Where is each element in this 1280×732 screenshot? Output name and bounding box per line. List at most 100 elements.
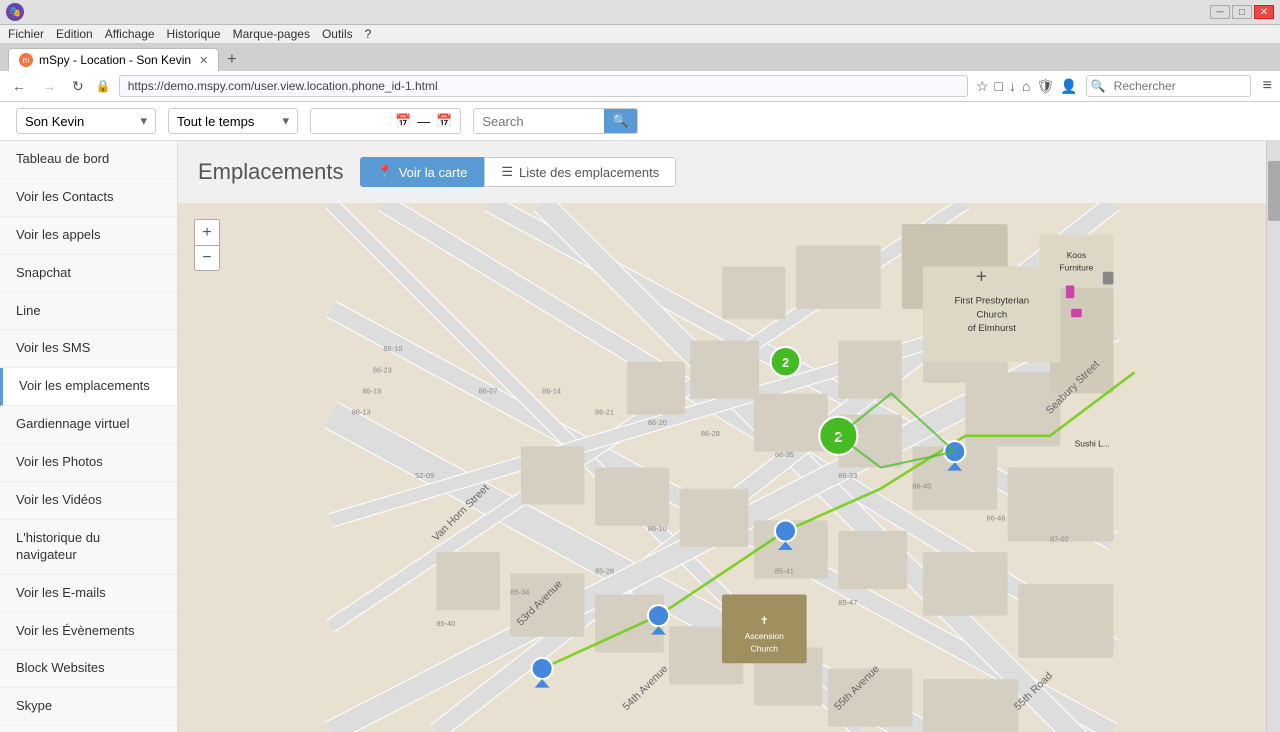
sidebar-label: Voir les SMS — [16, 340, 90, 355]
refresh-button[interactable]: ↻ — [68, 76, 88, 97]
menu-outils[interactable]: Outils — [322, 27, 353, 41]
sidebar-item-voir-evenements[interactable]: Voir les Évènements — [0, 613, 177, 651]
svg-text:86-07: 86-07 — [479, 386, 498, 395]
zoom-controls: + − — [194, 219, 220, 271]
zoom-in-button[interactable]: + — [194, 219, 220, 245]
map-pin-icon: 📍 — [377, 164, 393, 180]
svg-text:85-34: 85-34 — [510, 587, 529, 596]
svg-text:Ascension: Ascension — [745, 631, 784, 641]
svg-text:86-23: 86-23 — [373, 365, 392, 374]
new-tab-button[interactable]: + — [221, 49, 242, 71]
sidebar-item-voir-appels[interactable]: Voir les appels — [0, 217, 177, 255]
browser-window: 🎭 ─ □ ✕ Fichier Edition Affichage Histor… — [0, 0, 1280, 102]
sidebar-label: Line — [16, 303, 41, 318]
sidebar-item-gardiennage-virtuel[interactable]: Gardiennage virtuel — [0, 406, 177, 444]
svg-text:86-35: 86-35 — [775, 450, 794, 459]
sidebar-item-voir-emails[interactable]: Voir les E-mails — [0, 575, 177, 613]
window-controls: 🎭 ─ □ ✕ — [0, 0, 1280, 25]
person-name: Son Kevin — [25, 114, 84, 129]
close-btn[interactable]: ✕ — [1254, 5, 1274, 19]
sidebar-item-voir-sms[interactable]: Voir les SMS — [0, 330, 177, 368]
app-search-input[interactable] — [474, 110, 604, 133]
list-icon: ☰ — [501, 164, 513, 180]
sidebar-item-skype[interactable]: Skype — [0, 688, 177, 726]
date-start-input[interactable] — [319, 114, 389, 129]
view-buttons: 📍 Voir la carte ☰ Liste des emplacements — [360, 157, 677, 187]
menu-affichage[interactable]: Affichage — [105, 27, 155, 41]
home-icon[interactable]: ⌂ — [1022, 78, 1030, 94]
tab-close-icon[interactable]: ✕ — [199, 54, 208, 67]
scrollbar[interactable] — [1266, 141, 1280, 732]
sidebar-item-block-websites[interactable]: Block Websites — [0, 650, 177, 688]
sidebar-item-voir-videos[interactable]: Voir les Vidéos — [0, 482, 177, 520]
menu-help[interactable]: ? — [365, 27, 372, 41]
svg-text:✝: ✝ — [760, 615, 769, 627]
sidebar-label: Snapchat — [16, 265, 71, 280]
svg-text:Church: Church — [751, 644, 779, 654]
svg-text:86-10: 86-10 — [648, 524, 667, 533]
app-top-bar: Son Kevin ▾ Tout le temps ▾ 📅 — 📅 🔍 — [0, 102, 1280, 141]
svg-text:+: + — [976, 266, 987, 287]
search-input[interactable] — [1110, 76, 1250, 96]
search-box[interactable]: 🔍 — [1086, 75, 1251, 97]
scroll-thumb[interactable] — [1268, 161, 1280, 221]
menu-bar: Fichier Edition Affichage Historique Mar… — [0, 25, 1280, 44]
date-range-picker[interactable]: 📅 — 📅 — [310, 108, 461, 134]
app-search-button[interactable]: 🔍 — [604, 109, 637, 133]
menu-historique[interactable]: Historique — [167, 27, 221, 41]
svg-text:Church: Church — [976, 309, 1007, 320]
screenshot-icon[interactable]: □ — [995, 78, 1003, 94]
sidebar-label: L'historique du navigateur — [16, 530, 100, 562]
menu-marque-pages[interactable]: Marque-pages — [233, 27, 310, 41]
view-map-label: Voir la carte — [399, 165, 468, 180]
minimize-btn[interactable]: ─ — [1210, 5, 1230, 19]
bookmark-icon[interactable]: ☆ — [976, 78, 989, 95]
calendar-end-icon[interactable]: 📅 — [436, 113, 452, 129]
svg-text:85-41: 85-41 — [775, 566, 794, 575]
dropdown-arrow-icon: ▾ — [140, 113, 147, 129]
sidebar-label: Voir les appels — [16, 227, 101, 242]
person-selector[interactable]: Son Kevin ▾ — [16, 108, 156, 134]
tab-title: mSpy - Location - Son Kevin — [39, 53, 191, 67]
content-header: Emplacements 📍 Voir la carte ☰ Liste des… — [178, 141, 1266, 203]
calendar-start-icon[interactable]: 📅 — [395, 113, 411, 129]
time-range-selector[interactable]: Tout le temps ▾ — [168, 108, 298, 134]
mask-icon: 🎭 — [6, 3, 24, 21]
svg-text:86-20: 86-20 — [648, 418, 667, 427]
back-button[interactable]: ← — [8, 76, 30, 96]
map-svg: ✝ Ascension Church First Presbyterian Ch… — [178, 203, 1266, 732]
sidebar-item-tableau-de-bord[interactable]: Tableau de bord — [0, 141, 177, 179]
sidebar-item-snapchat[interactable]: Snapchat — [0, 255, 177, 293]
zoom-out-button[interactable]: − — [194, 245, 220, 271]
sidebar-label: Voir les Photos — [16, 454, 103, 469]
sidebar-item-voir-emplacements[interactable]: Voir les emplacements — [0, 368, 177, 406]
maximize-btn[interactable]: □ — [1232, 5, 1252, 19]
sidebar-item-line[interactable]: Line — [0, 293, 177, 331]
sidebar-label: Block Websites — [16, 660, 105, 675]
active-tab[interactable]: m mSpy - Location - Son Kevin ✕ — [8, 48, 219, 71]
url-input[interactable] — [119, 75, 968, 97]
hamburger-icon[interactable]: ≡ — [1263, 77, 1272, 95]
map-container[interactable]: ✝ Ascension Church First Presbyterian Ch… — [178, 203, 1266, 732]
download-icon[interactable]: ↓ — [1009, 78, 1016, 94]
user-icon[interactable]: 👤 — [1060, 78, 1077, 95]
menu-fichier[interactable]: Fichier — [8, 27, 44, 41]
svg-text:86-28: 86-28 — [701, 429, 720, 438]
shield-icon[interactable]: 🛡 — [1036, 78, 1054, 95]
forward-button[interactable]: → — [38, 76, 60, 96]
view-list-label: Liste des emplacements — [519, 165, 659, 180]
view-map-button[interactable]: 📍 Voir la carte — [360, 157, 485, 187]
app-search-box[interactable]: 🔍 — [473, 108, 638, 134]
sidebar-item-historique-navigateur[interactable]: L'historique du navigateur — [0, 520, 177, 575]
svg-text:of Elmhurst: of Elmhurst — [968, 323, 1016, 334]
view-list-button[interactable]: ☰ Liste des emplacements — [484, 157, 676, 187]
sidebar-item-voir-photos[interactable]: Voir les Photos — [0, 444, 177, 482]
app-body: Tableau de bord Voir les Contacts Voir l… — [0, 141, 1280, 732]
menu-edition[interactable]: Edition — [56, 27, 93, 41]
toolbar-icons: ☆ □ ↓ ⌂ 🛡 👤 — [976, 78, 1078, 95]
svg-text:2: 2 — [782, 356, 789, 370]
page-title: Emplacements — [198, 159, 344, 185]
svg-text:86-10: 86-10 — [383, 344, 402, 353]
sidebar-item-voir-contacts[interactable]: Voir les Contacts — [0, 179, 177, 217]
svg-text:52-09: 52-09 — [415, 471, 434, 480]
